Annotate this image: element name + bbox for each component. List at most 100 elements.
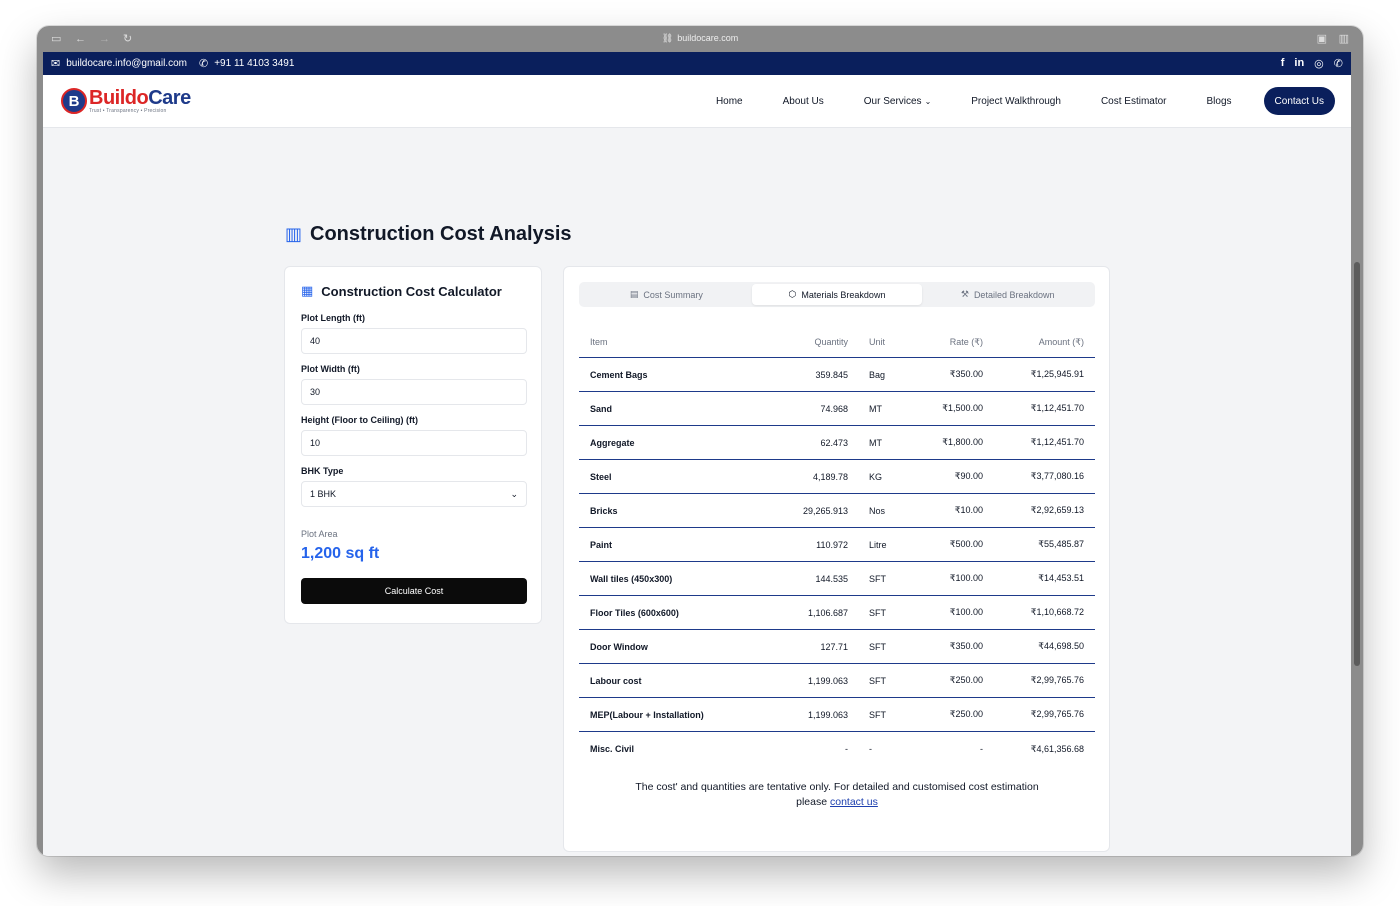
logo[interactable]: B BuildoCare Trust • Transparency • Prec… xyxy=(61,88,191,114)
bhk-type-select[interactable]: 1 BHK ⌄ xyxy=(301,481,527,507)
tab-materials-breakdown-label: Materials Breakdown xyxy=(801,289,886,300)
cell-quantity: 1,199.063 xyxy=(807,675,848,686)
cell-unit: KG xyxy=(869,471,883,482)
nav-item-blogs[interactable]: Blogs xyxy=(1207,96,1232,107)
main-navbar: B BuildoCare Trust • Transparency • Prec… xyxy=(43,75,1351,128)
phone-icon: ✆ xyxy=(198,58,209,70)
scrollbar-thumb[interactable] xyxy=(1354,262,1360,666)
phone-text: +91 11 4103 3491 xyxy=(214,58,295,69)
table-row: Steel 4,189.78 KG ₹90.00 ₹3,77,080.16 xyxy=(579,460,1095,494)
column-header-unit: Unit xyxy=(869,337,886,347)
cell-quantity: 359.845 xyxy=(815,369,848,380)
tab-cost-summary-label: Cost Summary xyxy=(643,289,703,300)
browser-window: ▭ ← → ↻ ⛓ buildocare.com ▣ ▥ ✉ buildocare… xyxy=(37,26,1363,856)
calculator-card: ▦ Construction Cost Calculator Plot Leng… xyxy=(284,266,542,624)
clipboard-icon: ▤ xyxy=(629,289,639,299)
wrench-icon: ⚒ xyxy=(960,289,969,299)
calculator-title: Construction Cost Calculator xyxy=(321,283,502,299)
cell-amount: ₹1,25,945.91 xyxy=(1030,369,1084,379)
chevron-down-icon: ⌄ xyxy=(924,96,932,106)
plot-width-input[interactable] xyxy=(301,379,527,405)
nav-item-cost-estimator[interactable]: Cost Estimator xyxy=(1101,96,1167,107)
nav-item-home[interactable]: Home xyxy=(716,96,743,107)
table-header-row: Item Quantity Unit Rate (₹) Amount (₹) xyxy=(579,327,1095,358)
nav-item-our-services-label: Our Services xyxy=(863,95,922,107)
cell-item: Bricks xyxy=(590,505,618,516)
bhk-type-label: BHK Type xyxy=(301,466,344,476)
phone-contact[interactable]: ✆ +91 11 4103 3491 xyxy=(199,57,294,70)
cell-item: MEP(Labour + Installation) xyxy=(590,709,704,720)
brand-part-1: Buildo xyxy=(89,87,149,109)
cell-amount: ₹3,77,080.16 xyxy=(1030,471,1084,481)
cell-quantity: 1,199.063 xyxy=(807,709,848,720)
nav-menu: Home About Us Our Services ⌄ Project Walk… xyxy=(696,87,1335,115)
cell-unit: SFT xyxy=(869,709,886,720)
tab-materials-breakdown[interactable]: ⬡ Materials Breakdown xyxy=(751,284,923,305)
cell-quantity: 1,106.687 xyxy=(807,607,848,618)
cell-quantity: 144.535 xyxy=(815,573,848,584)
cell-item: Aggregate xyxy=(590,437,635,448)
disclaimer-text: The cost' and quantities are tentative o… xyxy=(635,781,1039,793)
table-row: Misc. Civil - - - ₹4,61,356.68 xyxy=(579,732,1095,766)
calculator-icon: ▦ xyxy=(301,283,314,298)
browser-toolbar: ▭ ← → ↻ ⛓ buildocare.com ▣ ▥ xyxy=(37,26,1363,52)
cell-item: Paint xyxy=(590,539,613,550)
whatsapp-icon[interactable]: ✆ xyxy=(1334,57,1343,70)
facebook-icon[interactable]: f xyxy=(1281,57,1285,70)
package-icon: ⬡ xyxy=(788,289,797,299)
tab-detailed-breakdown-label: Detailed Breakdown xyxy=(973,289,1055,300)
cell-quantity: 4,189.78 xyxy=(812,471,848,482)
instagram-icon[interactable]: ◎ xyxy=(1314,57,1324,70)
email-text: buildocare.info@gmail.com xyxy=(66,58,187,69)
cell-amount: ₹4,61,356.68 xyxy=(1030,743,1084,754)
tab-detailed-breakdown[interactable]: ⚒ Detailed Breakdown xyxy=(922,284,1093,305)
building-icon: ▥ xyxy=(285,224,303,244)
cell-amount: ₹2,99,765.76 xyxy=(1030,675,1084,685)
page-title-text: Construction Cost Analysis xyxy=(310,223,572,245)
contact-us-link[interactable]: contact us xyxy=(830,796,878,808)
plot-length-label: Plot Length (ft) xyxy=(301,313,365,323)
cell-unit: SFT xyxy=(869,573,886,584)
column-header-quantity: Quantity xyxy=(814,337,848,347)
cell-rate: ₹10.00 xyxy=(954,505,983,515)
scrollbar-track[interactable] xyxy=(1351,52,1363,856)
plot-area-value: 1,200 sq ft xyxy=(301,545,380,562)
cell-item: Wall tiles (450x300) xyxy=(590,573,673,584)
cell-amount: ₹1,12,451.70 xyxy=(1030,437,1084,447)
nav-item-our-services[interactable]: Our Services ⌄ xyxy=(864,96,932,107)
cell-rate: - xyxy=(980,744,983,754)
results-card: ▤ Cost Summary ⬡ Materials Breakdown ⚒ Deta… xyxy=(563,266,1110,852)
contact-topbar: ✉ buildocare.info@gmail.com ✆ +91 11 410… xyxy=(43,52,1351,75)
cell-amount: ₹55,485.87 xyxy=(1038,539,1084,549)
cell-rate: ₹100.00 xyxy=(949,607,983,617)
brand-part-2: Care xyxy=(148,87,191,109)
cell-amount: ₹1,12,451.70 xyxy=(1030,403,1084,413)
nav-item-about-us[interactable]: About Us xyxy=(783,96,824,107)
table-row: Aggregate 62.473 MT ₹1,800.00 ₹1,12,451.70 xyxy=(579,426,1095,460)
table-row: MEP(Labour + Installation) 1,199.063 SFT ₹2… xyxy=(579,698,1095,732)
height-input[interactable] xyxy=(301,430,527,456)
linkedin-icon[interactable]: in xyxy=(1294,57,1304,70)
cell-rate: ₹1,800.00 xyxy=(942,437,983,447)
link-icon: ⛓ xyxy=(661,33,674,43)
plot-length-input[interactable] xyxy=(301,328,527,354)
address-bar[interactable]: ⛓ buildocare.com xyxy=(37,33,1363,44)
cell-unit: Nos xyxy=(869,505,886,516)
nav-item-project-walkthrough[interactable]: Project Walkthrough xyxy=(971,96,1061,107)
disclaimer-note: The cost' and quantities are tentative o… xyxy=(579,780,1095,810)
cell-unit: Bag xyxy=(869,369,886,380)
contact-us-button[interactable]: Contact Us xyxy=(1263,87,1335,115)
brand-tagline: Trust • Transparency • Precision xyxy=(89,108,167,114)
table-row: Door Window 127.71 SFT ₹350.00 ₹44,698.50 xyxy=(579,630,1095,664)
social-links: f in ◎ ✆ xyxy=(1281,57,1343,70)
calculate-cost-button[interactable]: Calculate Cost xyxy=(301,578,527,604)
cell-quantity: 29,265.913 xyxy=(802,505,848,516)
tabs-overview-icon[interactable]: ▥ xyxy=(1339,32,1349,46)
tab-cost-summary[interactable]: ▤ Cost Summary xyxy=(581,284,752,305)
email-contact[interactable]: ✉ buildocare.info@gmail.com xyxy=(51,57,187,70)
mail-icon: ✉ xyxy=(51,58,61,70)
table-row: Paint 110.972 Litre ₹500.00 ₹55,485.87 xyxy=(579,528,1095,562)
reader-icon[interactable]: ▣ xyxy=(1317,32,1327,46)
cell-rate: ₹350.00 xyxy=(949,369,983,379)
cell-amount: ₹1,10,668.72 xyxy=(1030,607,1084,617)
